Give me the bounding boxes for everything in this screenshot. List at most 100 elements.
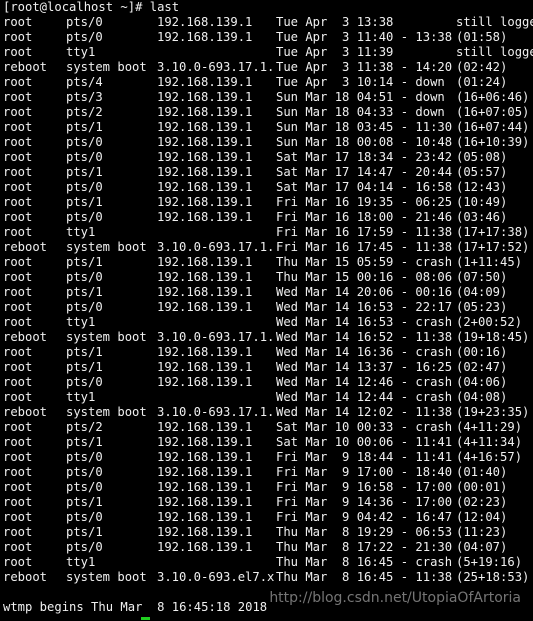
session-tty: pts/2 (66, 420, 103, 434)
session-tty: pts/1 (66, 285, 103, 299)
session-tty: pts/0 (66, 465, 103, 479)
session-when: Fri Mar 9 17:00 - 18:40 (276, 465, 453, 479)
session-host: 192.168.139.1 (157, 525, 253, 539)
session-when: Sat Mar 10 00:06 - 11:41 (276, 435, 453, 449)
session-when: Wed Mar 14 16:36 - crash (276, 345, 453, 359)
session-tty: pts/1 (66, 165, 103, 179)
session-when: Sun Mar 18 03:45 - 11:30 (276, 120, 453, 134)
session-duration: (17+17:52) (456, 240, 530, 254)
session-tty: pts/0 (66, 210, 103, 224)
session-duration: (2+00:52) (456, 315, 523, 329)
session-user: root (3, 390, 33, 404)
session-tty: pts/1 (66, 345, 103, 359)
session-duration: (16+07:05) (456, 105, 530, 119)
session-host: 192.168.139.1 (157, 165, 253, 179)
session-when: Tue Apr 3 13:38 (276, 15, 394, 29)
session-host: 192.168.139.1 (157, 90, 253, 104)
session-user: root (3, 540, 33, 554)
session-user: root (3, 150, 33, 164)
session-tty: pts/0 (66, 480, 103, 494)
session-user: root (3, 90, 33, 104)
session-tty: pts/0 (66, 510, 103, 524)
session-user: root (3, 525, 33, 539)
session-tty: pts/0 (66, 375, 103, 389)
session-host: 192.168.139.1 (157, 135, 253, 149)
session-user: root (3, 300, 33, 314)
session-duration: (02:47) (456, 360, 508, 374)
session-user: root (3, 15, 33, 29)
session-when: Fri Mar 9 04:42 - 16:47 (276, 510, 453, 524)
session-host: 192.168.139.1 (157, 270, 253, 284)
session-host: 192.168.139.1 (157, 120, 253, 134)
session-user: root (3, 495, 33, 509)
session-duration: (04:09) (456, 285, 508, 299)
session-tty: pts/1 (66, 360, 103, 374)
session-user: reboot (3, 60, 48, 74)
session-when: Fri Mar 9 14:36 - 17:00 (276, 495, 453, 509)
session-tty: pts/0 (66, 30, 103, 44)
session-host: 192.168.139.1 (157, 285, 253, 299)
session-user: root (3, 225, 33, 239)
session-when: Tue Apr 3 11:38 - 14:20 (276, 60, 453, 74)
session-user: root (3, 180, 33, 194)
session-when: Fri Mar 16 18:00 - 21:46 (276, 210, 453, 224)
session-user: root (3, 165, 33, 179)
session-host: 3.10.0-693.17.1. (157, 240, 275, 254)
session-tty: tty1 (66, 390, 96, 404)
session-duration: (03:46) (456, 210, 508, 224)
session-host: 192.168.139.1 (157, 105, 253, 119)
session-duration: (05:23) (456, 300, 508, 314)
session-user: root (3, 315, 33, 329)
session-when: Sat Mar 17 14:47 - 20:44 (276, 165, 453, 179)
session-host: 192.168.139.1 (157, 510, 253, 524)
session-when: Sun Mar 18 04:51 - down (276, 90, 445, 104)
session-when: Thu Mar 8 16:45 - 11:38 (276, 570, 453, 584)
session-host: 192.168.139.1 (157, 480, 253, 494)
session-host: 192.168.139.1 (157, 15, 253, 29)
session-host: 192.168.139.1 (157, 210, 253, 224)
session-tty: pts/3 (66, 90, 103, 104)
session-user: root (3, 375, 33, 389)
session-duration: (12:43) (456, 180, 508, 194)
session-duration: (01:24) (456, 75, 508, 89)
session-host: 192.168.139.1 (157, 345, 253, 359)
session-host: 192.168.139.1 (157, 360, 253, 374)
session-user: root (3, 75, 33, 89)
session-duration: (1+11:45) (456, 255, 523, 269)
session-duration: (04:07) (456, 540, 508, 554)
session-tty: pts/1 (66, 195, 103, 209)
session-user: reboot (3, 240, 48, 254)
session-duration: (05:57) (456, 165, 508, 179)
session-tty: system boot (66, 405, 147, 419)
session-user: root (3, 105, 33, 119)
session-duration: (01:40) (456, 465, 508, 479)
session-user: root (3, 285, 33, 299)
session-host: 192.168.139.1 (157, 450, 253, 464)
session-duration: (07:50) (456, 270, 508, 284)
session-tty: system boot (66, 60, 147, 74)
session-duration: (16+07:44) (456, 120, 530, 134)
session-host: 192.168.139.1 (157, 375, 253, 389)
session-when: Fri Mar 16 17:59 - 11:38 (276, 225, 453, 239)
session-tty: pts/4 (66, 75, 103, 89)
session-duration: (25+18:53) (456, 570, 530, 584)
session-user: root (3, 210, 33, 224)
session-host: 192.168.139.1 (157, 465, 253, 479)
terminal-window[interactable]: [root@localhost ~]# last root pts/0 192.16… (0, 0, 533, 621)
session-user: reboot (3, 405, 48, 419)
session-host: 192.168.139.1 (157, 495, 253, 509)
session-user: root (3, 255, 33, 269)
session-host: 3.10.0-693.17.1. (157, 330, 275, 344)
session-user: root (3, 480, 33, 494)
session-when: Fri Mar 16 19:35 - 06:25 (276, 195, 453, 209)
session-when: Thu Mar 8 16:45 - crash (276, 555, 453, 569)
session-user: root (3, 435, 33, 449)
session-user: reboot (3, 570, 48, 584)
session-duration: still logged in (456, 45, 533, 59)
session-when: Wed Mar 14 12:02 - 11:38 (276, 405, 453, 419)
session-duration: (11:23) (456, 525, 508, 539)
session-duration: (04:06) (456, 375, 508, 389)
session-duration: (02:23) (456, 495, 508, 509)
session-host: 3.10.0-693.17.1. (157, 405, 275, 419)
session-when: Sat Mar 17 18:34 - 23:42 (276, 150, 453, 164)
